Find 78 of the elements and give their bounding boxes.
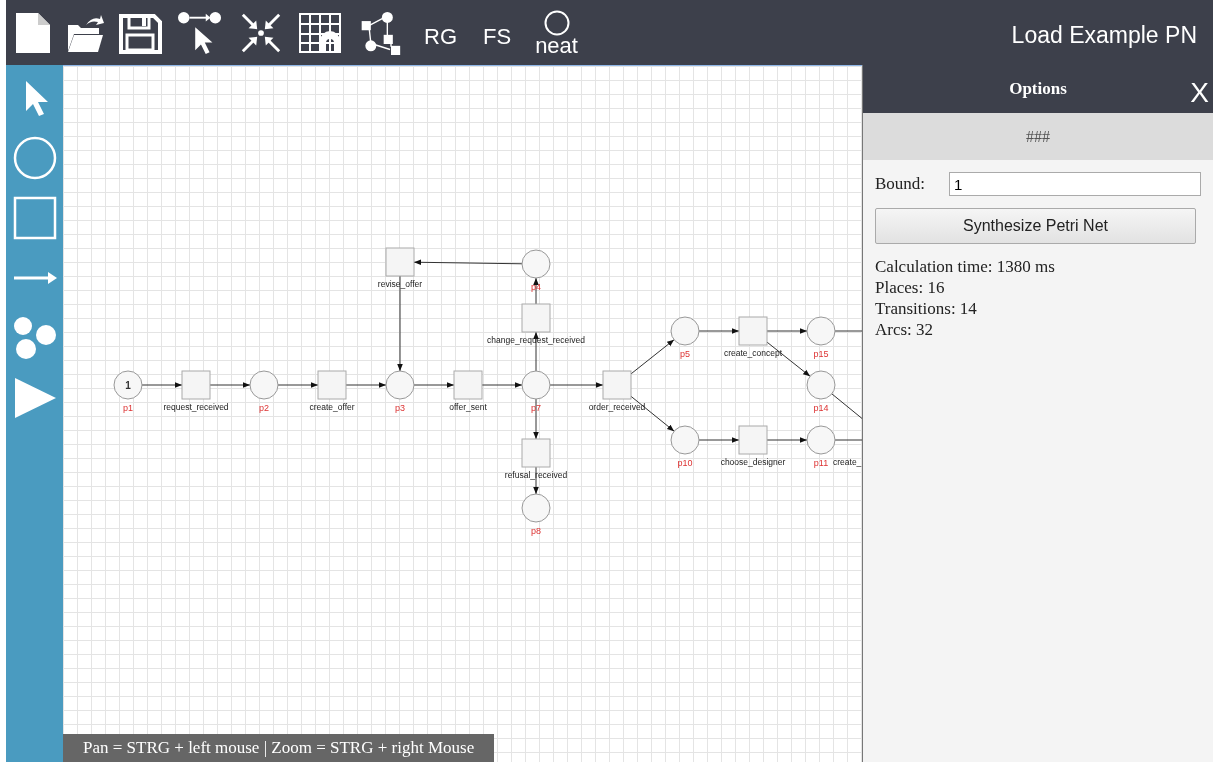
place-label: p4 [531, 282, 541, 292]
place-node[interactable] [521, 370, 551, 400]
transition-label: change_request_received [487, 335, 585, 345]
toolbar-text-button[interactable]: FS [477, 15, 518, 50]
stat-text: Transitions: 14 [875, 298, 978, 319]
toolbar-text-button[interactable]: RG [418, 15, 463, 50]
place-label: p10 [677, 458, 693, 468]
place-label: p2 [259, 403, 269, 413]
arc [277, 382, 319, 388]
arc [698, 437, 740, 443]
place-label: p11 [813, 458, 829, 468]
arc [630, 339, 675, 375]
tokens-tool-icon[interactable] [11, 315, 58, 361]
place-node[interactable] [521, 493, 551, 523]
panel-subtitle: ### [1026, 127, 1050, 146]
place-label: p1 [123, 403, 133, 413]
synthesize-button[interactable]: Synthesize Petri Net [875, 208, 1196, 244]
token-count: 1 [125, 380, 131, 391]
transition-label: create_concept [723, 348, 783, 358]
new-file-icon[interactable] [14, 10, 52, 55]
transition-node[interactable] [738, 425, 768, 455]
place-node[interactable] [249, 370, 279, 400]
arc [481, 382, 523, 388]
load-example-button[interactable]: Load Example PN [1011, 16, 1213, 49]
transition-label: request_received [163, 402, 229, 412]
arc [533, 277, 539, 305]
arc [141, 382, 183, 388]
place-node[interactable] [113, 370, 143, 400]
arc [766, 437, 808, 443]
transition-label: offer_sent [449, 402, 487, 412]
transition-label: create_ [833, 457, 862, 467]
place-node[interactable] [806, 316, 836, 346]
arc [766, 328, 808, 334]
arc [698, 328, 740, 334]
place-label: p14 [813, 403, 829, 413]
place-label: p15 [813, 349, 829, 359]
transition-label: order_received [588, 402, 646, 412]
bound-label: Bound: [875, 174, 926, 194]
grid-lock-icon[interactable] [298, 10, 342, 55]
place-node[interactable] [670, 316, 700, 346]
place-tool-icon[interactable] [11, 135, 58, 181]
transition-node[interactable] [521, 303, 551, 333]
stat-text: Calculation time: 1380 ms [875, 256, 1056, 277]
place-node[interactable] [521, 249, 551, 279]
help-text: Pan = STRG + left mouse | Zoom = STRG + right Mouse [63, 734, 495, 762]
transition-node[interactable] [453, 370, 483, 400]
transition-node[interactable] [181, 370, 211, 400]
circle-icon [543, 9, 570, 36]
bound-field[interactable]: 1 [949, 172, 1201, 196]
neat-button[interactable]: neat [531, 7, 582, 58]
close-button[interactable]: X [1188, 77, 1211, 109]
transition-label: create_offer [309, 402, 355, 412]
place-node[interactable] [385, 370, 415, 400]
place-label: p3 [395, 403, 405, 413]
arc [209, 382, 251, 388]
stat-text: Arcs: 32 [875, 319, 935, 340]
place-node[interactable] [806, 370, 836, 400]
place-node[interactable] [806, 425, 836, 455]
connect-cursor-icon[interactable] [176, 10, 224, 55]
arc [413, 382, 455, 388]
place-node[interactable] [670, 425, 700, 455]
arc [549, 382, 604, 388]
transition-label: choose_designer [720, 457, 786, 467]
stat-text: Places: 16 [875, 277, 946, 298]
transition-label: refusal_received [504, 470, 568, 480]
transition-tool-icon[interactable] [11, 195, 58, 241]
transition-node[interactable] [317, 370, 347, 400]
transition-node[interactable] [738, 316, 768, 346]
transition-node[interactable] [521, 438, 551, 468]
transition-node[interactable] [602, 370, 632, 400]
place-label: p7 [531, 403, 541, 413]
arc [533, 398, 539, 440]
place-label: p5 [680, 349, 690, 359]
transition-label: revise_offer [377, 279, 423, 289]
place-label: p8 [531, 526, 541, 536]
panel-title: Options [1009, 79, 1067, 99]
arc [345, 382, 387, 388]
transition-node[interactable] [385, 247, 415, 277]
